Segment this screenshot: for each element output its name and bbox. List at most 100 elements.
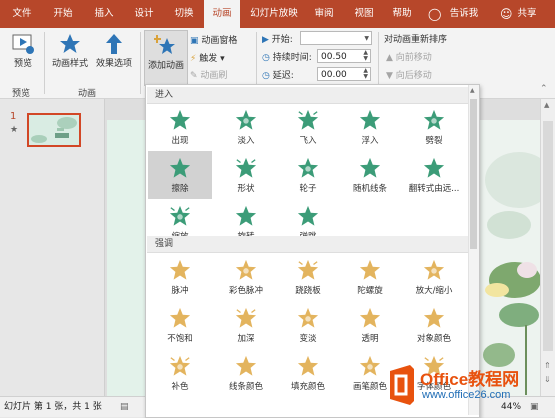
start-label: 开始:: [271, 35, 293, 45]
delay-field[interactable]: 00.00 ▲ ▼: [317, 67, 371, 81]
emphasis-effect-label: 脉冲: [171, 286, 189, 296]
animation-styles-button[interactable]: 动画样式: [50, 32, 90, 69]
emphasis-effect-item[interactable]: 脉冲: [148, 253, 212, 301]
tab-view[interactable]: 视图: [348, 0, 380, 28]
entrance-effect-label: 随机线条: [352, 184, 387, 194]
tab-design[interactable]: 设计: [126, 0, 162, 28]
animation-star-icon: ★: [10, 125, 19, 135]
entrance-star-icon: [169, 109, 191, 130]
emphasis-effect-label: 填充颜色: [290, 382, 325, 392]
share-button[interactable]: 共享: [512, 0, 542, 28]
emphasis-star-icon: [423, 259, 445, 280]
trigger-button[interactable]: ⚡ 触发 ▾: [190, 51, 225, 64]
entrance-star-icon: [423, 109, 445, 130]
animation-pane-icon: ▣: [190, 36, 199, 46]
slide-thumbnail[interactable]: [27, 113, 81, 147]
duration-field[interactable]: 00.50 ▲ ▼: [317, 49, 371, 63]
animation-pane-button[interactable]: ▣ 动画窗格: [190, 33, 237, 46]
tab-slideshow[interactable]: 幻灯片放映: [244, 0, 304, 28]
emphasis-effect-item[interactable]: 放大/缩小: [402, 253, 466, 301]
animation-painter-button[interactable]: ✎ 动画刷: [190, 68, 227, 81]
duration-row: ◷ 持续时间:: [262, 50, 312, 63]
brush-icon: ✎: [190, 71, 198, 81]
notes-icon[interactable]: ▤: [120, 397, 129, 417]
emphasis-effect-item[interactable]: 跷跷板: [276, 253, 340, 301]
animation-styles-label: 动画样式: [51, 59, 88, 69]
spinner-icon[interactable]: ▲ ▼: [363, 68, 368, 80]
add-star-icon: [154, 35, 175, 54]
emphasis-effect-label: 线条颜色: [228, 382, 263, 392]
entrance-effect-item[interactable]: 擦除: [148, 151, 212, 199]
slide-number: 1: [10, 111, 17, 122]
emphasis-effect-label: 陀螺旋: [357, 286, 383, 296]
user-icon[interactable]: ☺: [500, 7, 513, 21]
move-earlier-button[interactable]: ▲ 向前移动: [386, 50, 432, 63]
move-later-button[interactable]: ▼ 向后移动: [386, 68, 432, 81]
preview-label: 预览: [13, 59, 32, 69]
tab-file[interactable]: 文件: [4, 0, 40, 28]
animation-group-label: 动画: [78, 89, 97, 99]
scrollbar-thumb[interactable]: [543, 121, 553, 351]
emphasis-effect-label: 透明: [361, 334, 379, 344]
collapse-ribbon-icon[interactable]: ⌃: [540, 84, 548, 94]
duration-value: 00.50: [321, 52, 347, 62]
ribbon-tab-bar: 文件 开始 插入 设计 切换 动画 幻灯片放映 审阅 视图 帮助 ◯ 告诉我 ☺…: [0, 0, 555, 28]
emphasis-star-icon: [235, 259, 257, 280]
emphasis-star-icon: [169, 307, 191, 328]
entrance-effect-item[interactable]: 随机线条: [338, 151, 402, 199]
emphasis-star-icon: [359, 355, 381, 376]
tab-review[interactable]: 审阅: [308, 0, 340, 28]
add-animation-button[interactable]: 添加动画: [144, 30, 188, 86]
tab-home[interactable]: 开始: [46, 0, 80, 28]
emphasis-effect-item[interactable]: 不饱和: [148, 301, 212, 349]
entrance-effect-item[interactable]: 飞入: [276, 103, 340, 151]
entrance-star-icon: [297, 109, 319, 130]
preview-group-label: 预览: [12, 89, 31, 99]
entrance-effect-label: 淡入: [237, 136, 255, 146]
start-row: ▶ 开始:: [262, 32, 293, 45]
effect-options-button[interactable]: 效果选项: [92, 32, 136, 69]
emphasis-effect-label: 变淡: [299, 334, 317, 344]
entrance-star-icon: [297, 205, 319, 226]
trigger-label: 触发: [199, 54, 218, 64]
entrance-effect-label: 形状: [237, 184, 255, 194]
emphasis-effect-item[interactable]: 填充颜色: [276, 349, 340, 397]
tab-insert[interactable]: 插入: [86, 0, 122, 28]
tab-tell-me[interactable]: 告诉我: [444, 0, 484, 28]
tab-help[interactable]: 帮助: [386, 0, 418, 28]
scrollbar-thumb[interactable]: [470, 99, 477, 249]
animation-pane-label: 动画窗格: [201, 36, 238, 46]
entrance-effect-item[interactable]: 浮入: [338, 103, 402, 151]
scroll-up-icon[interactable]: ▲: [470, 87, 475, 94]
add-animation-label: 添加动画: [147, 61, 184, 71]
vertical-scrollbar[interactable]: ▲ ⇑ ⇓: [540, 99, 555, 396]
entrance-effect-item[interactable]: 轮子: [276, 151, 340, 199]
chevron-down-icon: ▾: [220, 54, 225, 64]
tab-animations[interactable]: 动画: [204, 0, 240, 28]
tab-transitions[interactable]: 切换: [166, 0, 202, 28]
emphasis-effect-item[interactable]: 补色: [148, 349, 212, 397]
triangle-down-icon: ▼: [386, 71, 393, 81]
emphasis-effect-item[interactable]: 线条颜色: [214, 349, 278, 397]
entrance-effect-item[interactable]: 淡入: [214, 103, 278, 151]
entrance-effect-label: 飞入: [299, 136, 317, 146]
entrance-effect-item[interactable]: 劈裂: [402, 103, 466, 151]
emphasis-section-header: 强调: [147, 236, 476, 253]
reorder-title: 对动画重新排序: [384, 35, 448, 45]
start-select[interactable]: ▼: [300, 31, 372, 45]
preview-button[interactable]: 预览: [8, 32, 38, 69]
emphasis-effect-item[interactable]: 彩色脉冲: [214, 253, 278, 301]
emphasis-effect-item[interactable]: 变淡: [276, 301, 340, 349]
emphasis-star-icon: [169, 355, 191, 376]
entrance-effect-item[interactable]: 翻转式由远...: [402, 151, 466, 199]
scroll-up-icon[interactable]: ▲: [544, 101, 549, 109]
emphasis-effect-item[interactable]: 透明: [338, 301, 402, 349]
entrance-effect-item[interactable]: 形状: [214, 151, 278, 199]
thumbnail-image: [31, 117, 77, 143]
emphasis-effect-item[interactable]: 对象颜色: [402, 301, 466, 349]
emphasis-effect-item[interactable]: 加深: [214, 301, 278, 349]
entrance-effect-item[interactable]: 出现: [148, 103, 212, 151]
lightbulb-icon[interactable]: ◯: [428, 7, 441, 21]
emphasis-effect-item[interactable]: 陀螺旋: [338, 253, 402, 301]
spinner-icon[interactable]: ▲ ▼: [363, 50, 368, 62]
